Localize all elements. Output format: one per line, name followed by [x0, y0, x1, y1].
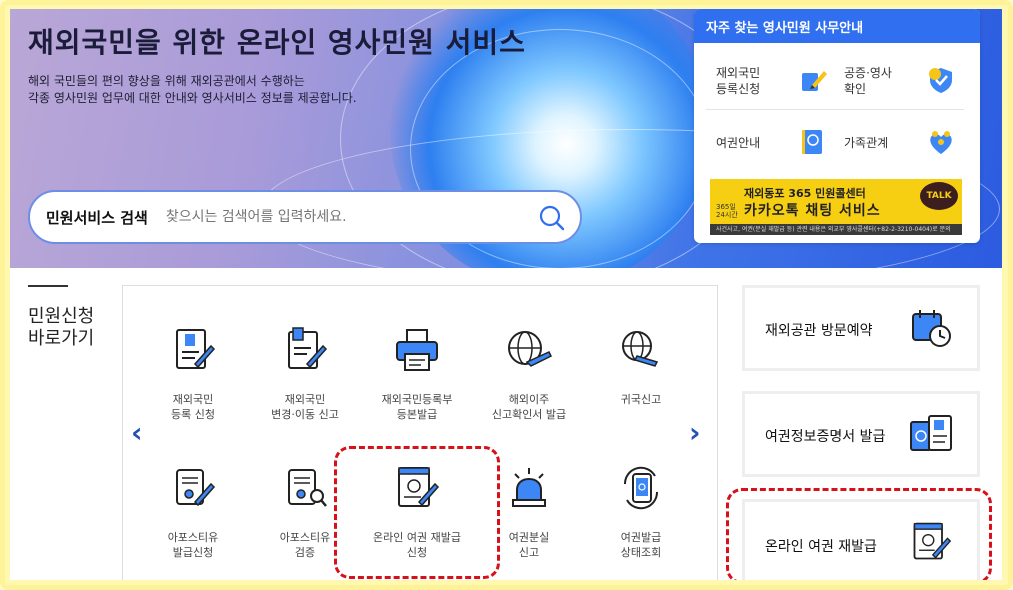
scroll-pen-icon — [176, 469, 216, 507]
service-label: 아포스티유 발급신청 — [133, 530, 253, 560]
search-icon[interactable] — [538, 204, 566, 232]
quick-item-label: 재외국민 — [716, 66, 761, 80]
hero-desc-line: 각종 영사민원 업무에 대한 안내와 영사서비스 정보를 제공합니다. — [28, 91, 357, 105]
service-change-report[interactable]: 재외국민 변경·이동 신고 — [245, 326, 365, 422]
service-label-line: 등본발급 — [396, 408, 438, 421]
side-card-visit-reservation[interactable]: 재외공관 방문예약 — [742, 285, 980, 371]
service-passport-status[interactable]: 여권발급 상태조회 — [581, 464, 701, 560]
hero-banner: 재외국민을 위한 온라인 영사민원 서비스 해외 국민들의 편의 향상을 위해 … — [10, 9, 1002, 268]
service-label-line: 신고확인서 발급 — [491, 408, 567, 421]
service-return-report[interactable]: 귀국신고 — [581, 326, 701, 407]
registration-form-icon — [176, 329, 216, 369]
service-label: 여권발급 상태조회 — [581, 530, 701, 560]
service-label: 해외이주 신고확인서 발급 — [469, 392, 589, 422]
service-label-line: 등록 신청 — [171, 408, 215, 421]
service-label-line: 재외국민 — [172, 393, 214, 406]
side-card-label: 여권정보증명서 발급 — [765, 429, 886, 445]
quick-item-label: 확인 — [844, 82, 867, 96]
quick-item-label: 가족관계 — [844, 136, 889, 150]
quick-item-label: 공증·영사 — [844, 66, 892, 80]
passport-icon[interactable] — [798, 127, 828, 157]
service-label-line: 아포스티유 — [167, 531, 219, 544]
pen-document-icon[interactable] — [798, 65, 828, 95]
hero-desc-line: 해외 국민들의 편의 향상을 위해 재외공관에서 수행하는 — [28, 74, 305, 88]
quick-divider — [706, 109, 964, 110]
quick-item-registration[interactable]: 재외국민 등록신청 — [716, 65, 760, 97]
service-label-line: 발급신청 — [172, 546, 214, 559]
service-label-line: 해외이주 — [508, 393, 550, 406]
service-emigration[interactable]: 해외이주 신고확인서 발급 — [469, 326, 589, 422]
service-label-line: 여권발급 — [620, 531, 662, 544]
service-label: 재외국민 변경·이동 신고 — [245, 392, 365, 422]
siren-icon — [512, 468, 546, 507]
service-label: 귀국신고 — [581, 392, 701, 407]
service-label: 재외국민등록부 등본발급 — [357, 392, 477, 422]
search-bar: 민원서비스 검색 — [28, 190, 582, 244]
shortcut-title: 민원신청 바로가기 — [28, 306, 94, 350]
section-divider — [28, 285, 68, 287]
family-heart-icon[interactable] — [926, 127, 956, 157]
service-label-line: 재외국민등록부 — [381, 393, 453, 406]
quick-item-family[interactable]: 가족관계 — [844, 135, 888, 151]
shield-check-icon[interactable] — [926, 65, 956, 95]
kakao-talk-icon: TALK — [920, 182, 958, 210]
phone-passport-icon — [623, 466, 659, 510]
printer-icon — [396, 329, 438, 371]
globe-plane-icon — [508, 331, 553, 367]
quick-item-label: 등록신청 — [716, 82, 761, 96]
quick-guide-panel: 자주 찾는 영사민원 사무안내 재외국민 등록신청 공증·영사 확인 여권안내 … — [694, 9, 980, 243]
banner-subtitle: 카카오톡 채팅 서비스 — [744, 203, 881, 219]
service-label-line: 재외국민 — [284, 393, 326, 406]
side-card-label: 재외공관 방문예약 — [765, 323, 873, 339]
service-label: 재외국민 등록 신청 — [133, 392, 253, 422]
service-label-line: 변경·이동 신고 — [271, 408, 339, 421]
quick-guide-title: 자주 찾는 영사민원 사무안내 — [694, 9, 980, 43]
banner-title: 재외동포 365 민원콜센터 — [744, 187, 866, 200]
service-registry-copy[interactable]: 재외국민등록부 등본발급 — [357, 326, 477, 422]
service-apostille-apply[interactable]: 아포스티유 발급신청 — [133, 464, 253, 560]
hero-title: 재외국민을 위한 온라인 영사민원 서비스 — [28, 26, 526, 59]
highlight-box — [726, 488, 992, 580]
highlight-box — [334, 446, 500, 579]
scroll-search-icon — [288, 469, 327, 507]
shortcut-title-line: 바로가기 — [28, 328, 95, 349]
search-label: 민원서비스 검색 — [46, 208, 148, 227]
page: 재외국민을 위한 온라인 영사민원 서비스 해외 국민들의 편의 향상을 위해 … — [10, 9, 1002, 580]
quick-item-passport[interactable]: 여권안내 — [716, 135, 760, 151]
banner-notice: 사건사고, 여권(분실 재발급 등) 관련 내용은 외교부 영사콜센터(+82-… — [710, 224, 962, 235]
kakao-chat-banner[interactable]: 재외동포 365 민원콜센터 365일 24시간 카카오톡 채팅 서비스 TAL… — [710, 179, 962, 235]
side-card-passport-certificate[interactable]: 여권정보증명서 발급 — [742, 391, 980, 477]
globe-plane-return-icon — [622, 331, 659, 367]
service-label-line: 상태조회 — [620, 546, 662, 559]
quick-item-label: 여권안내 — [716, 136, 761, 150]
quick-item-notary[interactable]: 공증·영사 확인 — [844, 65, 892, 97]
hero-description: 해외 국민들의 편의 향상을 위해 재외공관에서 수행하는 각종 영사민원 업무… — [28, 73, 448, 107]
search-input[interactable] — [165, 209, 526, 225]
calendar-clock-icon — [912, 310, 951, 347]
banner-small-text: 365일 24시간 — [716, 203, 738, 219]
next-arrow-icon[interactable]: › — [689, 416, 701, 449]
document-edit-icon — [288, 327, 328, 369]
service-registration[interactable]: 재외국민 등록 신청 — [133, 326, 253, 422]
shortcut-title-line: 민원신청 — [28, 306, 95, 327]
service-label-line: 귀국신고 — [620, 393, 662, 406]
passport-certificate-icon — [910, 415, 952, 451]
